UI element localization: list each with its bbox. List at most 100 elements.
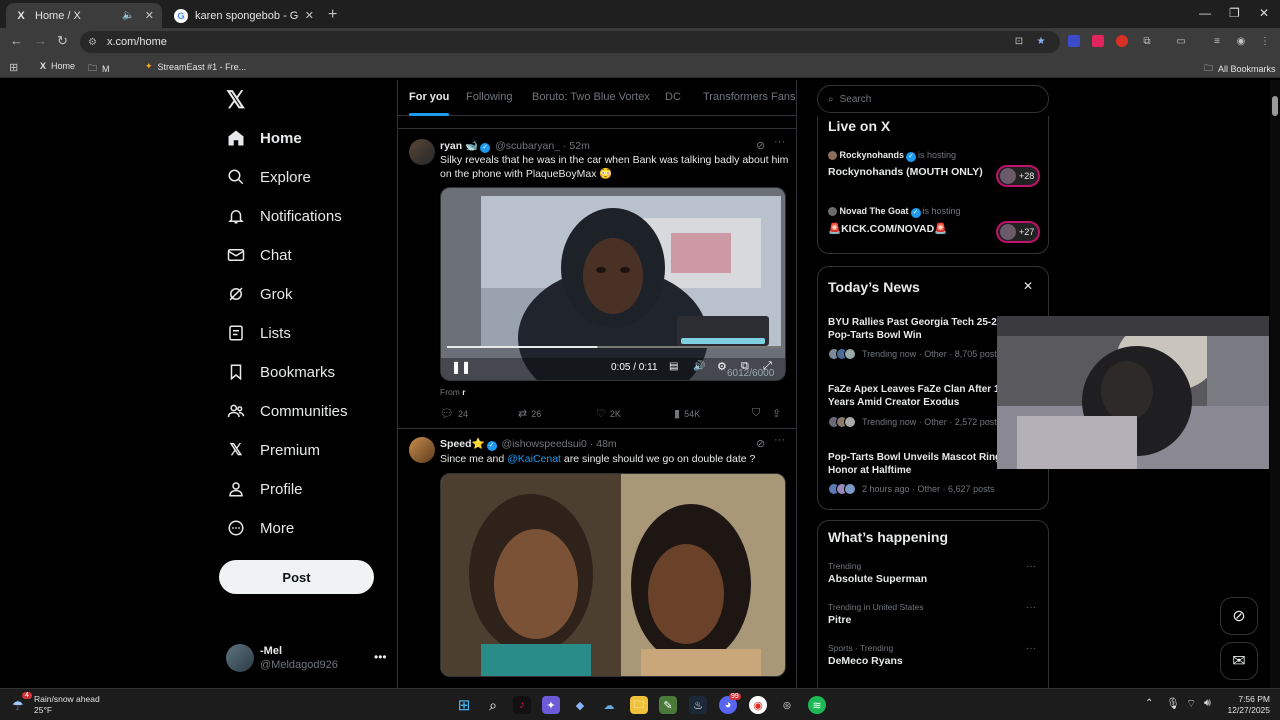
- nav-premium[interactable]: 𝕏 Premium: [226, 438, 320, 462]
- grok-icon[interactable]: ⊘: [756, 139, 765, 152]
- x-logo-icon[interactable]: 𝕏: [226, 86, 245, 115]
- messages-fab[interactable]: ✉: [1220, 642, 1258, 680]
- close-window-icon[interactable]: ✕: [1259, 6, 1269, 20]
- repost-button[interactable]: ⇄ 26: [518, 407, 541, 420]
- chevron-up-icon[interactable]: ⌃: [1145, 698, 1153, 709]
- search-input[interactable]: ⌕ Search: [817, 85, 1049, 113]
- avatar[interactable]: [409, 437, 435, 463]
- app-icon[interactable]: ⊛: [778, 696, 796, 714]
- reply-button[interactable]: 💬︎ 24: [440, 407, 468, 420]
- bookmark-button[interactable]: ⛉: [752, 407, 760, 420]
- live-space-title[interactable]: Rockynohands (MOUTH ONLY): [828, 166, 983, 178]
- share-button[interactable]: ⇪: [772, 407, 781, 420]
- tab-boruto[interactable]: Boruto: Two Blue Vortex: [532, 91, 650, 103]
- site-info-icon[interactable]: ⚙: [88, 37, 97, 48]
- tweet[interactable]: Speed⭐ ✓ @ishowspeedsui0 · 48m ⊘ ··· Sinc…: [398, 430, 796, 688]
- nav-notifications[interactable]: Notifications: [226, 204, 342, 228]
- more-dots-icon[interactable]: ···: [774, 434, 785, 446]
- close-icon[interactable]: ✕: [1023, 279, 1033, 293]
- weather-icon[interactable]: ☂: [12, 698, 24, 714]
- extension-icon[interactable]: [1068, 35, 1080, 47]
- forward-icon[interactable]: →: [34, 33, 47, 48]
- chrome-icon[interactable]: ◉: [749, 696, 767, 714]
- scroll-thumb[interactable]: [1272, 96, 1278, 116]
- author-name[interactable]: Speed⭐: [440, 438, 485, 450]
- avatar[interactable]: [409, 139, 435, 165]
- more-dots-icon[interactable]: ···: [1026, 561, 1036, 572]
- volume-icon[interactable]: 🔊: [693, 361, 705, 372]
- copilot-icon[interactable]: ✦: [542, 696, 560, 714]
- nav-communities[interactable]: Communities: [226, 399, 348, 423]
- more-dots-icon[interactable]: •••: [374, 650, 387, 664]
- reload-icon[interactable]: ↻: [57, 33, 68, 49]
- from-source[interactable]: r: [462, 387, 465, 397]
- news-headline[interactable]: BYU Rallies Past Georgia Tech 25-21 in P…: [828, 316, 1018, 342]
- search-icon[interactable]: ⌕: [484, 696, 502, 714]
- steam-icon[interactable]: ♨: [689, 696, 707, 714]
- like-button[interactable]: ♡ 2K: [596, 407, 621, 420]
- author-handle[interactable]: @ishowspeedsui0: [502, 438, 587, 450]
- live-listeners[interactable]: +28: [996, 165, 1040, 187]
- minimize-icon[interactable]: —: [1199, 6, 1211, 20]
- youtube-extension-icon[interactable]: [1092, 35, 1104, 47]
- nav-explore[interactable]: Explore: [226, 165, 311, 189]
- tab-dc[interactable]: DC: [665, 91, 681, 103]
- all-bookmarks[interactable]: 🗀 All Bookmarks: [1204, 61, 1276, 77]
- new-tab-button[interactable]: +: [328, 6, 337, 24]
- settings-gear-icon[interactable]: ⚙: [717, 360, 727, 373]
- bookmark-home[interactable]: X Home: [40, 61, 75, 71]
- extensions-puzzle-icon[interactable]: ⧉: [1141, 35, 1153, 47]
- app-icon[interactable]: ☁: [600, 696, 618, 714]
- author-name[interactable]: ryan 🐋: [440, 140, 478, 152]
- file-explorer-icon[interactable]: 🗀: [630, 696, 648, 714]
- tab-for-you[interactable]: For you: [409, 91, 450, 116]
- browser-tab-x-home[interactable]: X Home / X 🔈 ✕: [6, 3, 162, 28]
- install-app-icon[interactable]: ⊡: [1013, 35, 1025, 47]
- mention-link[interactable]: @KaiCenat: [507, 453, 561, 465]
- app-icon[interactable]: ✎: [659, 696, 677, 714]
- captions-icon[interactable]: ▤: [669, 361, 678, 372]
- bookmark-streameast[interactable]: ✦ StreamEast #1 - Fre...: [145, 61, 246, 72]
- nav-chat[interactable]: Chat: [226, 243, 292, 267]
- nav-grok[interactable]: Grok: [226, 282, 293, 306]
- nav-more[interactable]: More: [226, 516, 294, 540]
- more-dots-icon[interactable]: ···: [774, 136, 785, 148]
- news-headline[interactable]: FaZe Apex Leaves FaZe Clan After 15 Year…: [828, 383, 1018, 409]
- back-icon[interactable]: ←: [10, 33, 23, 48]
- news-headline[interactable]: Pop-Tarts Bowl Unveils Mascot Ring Honor…: [828, 451, 1018, 477]
- restore-icon[interactable]: ❐: [1229, 6, 1240, 20]
- grok-fab[interactable]: ⊘: [1220, 597, 1258, 635]
- media-control-icon[interactable]: ≡: [1211, 35, 1223, 47]
- microphone-icon[interactable]: 🎙︎: [1166, 697, 1180, 710]
- address-bar[interactable]: ⚙ x.com/home: [80, 31, 1060, 53]
- volume-icon[interactable]: 🔊︎: [1204, 697, 1211, 710]
- speaker-icon[interactable]: 🔈: [122, 10, 134, 21]
- tweet[interactable]: ryan 🐋 ✓ @scubaryan_ · 52m ⊘ ··· Silky re…: [398, 130, 796, 429]
- live-space-title[interactable]: 🚨KICK.COM/NOVAD🚨: [828, 222, 947, 235]
- app-icon[interactable]: ◆: [571, 696, 589, 714]
- apps-grid-icon[interactable]: ⊞: [9, 61, 18, 74]
- post-button[interactable]: Post: [219, 560, 374, 594]
- close-tab-icon[interactable]: ✕: [305, 9, 314, 22]
- trend-name[interactable]: Absolute Superman: [828, 573, 927, 585]
- page-scrollbar[interactable]: [1270, 80, 1280, 688]
- close-tab-icon[interactable]: ✕: [145, 9, 154, 22]
- pause-icon[interactable]: ❚❚: [451, 360, 471, 374]
- browser-tab-google[interactable]: G karen spongebob - Google Sea ✕: [166, 3, 322, 28]
- wifi-icon[interactable]: ⌔: [1186, 697, 1196, 711]
- account-switcher[interactable]: -Mel @Meldagod926 •••: [226, 642, 387, 674]
- tweet-video[interactable]: ❚❚ 0:05 / 0:11 ▤ 🔊 ⚙ ⧉ ⤢ 6012/6000: [440, 187, 786, 381]
- live-listeners[interactable]: +27: [996, 221, 1040, 243]
- windows-start-icon[interactable]: ⊞: [455, 696, 473, 714]
- weather-widget[interactable]: Rain/snow ahead 25°F: [34, 694, 100, 716]
- more-dots-icon[interactable]: ···: [1026, 643, 1036, 654]
- bookmark-star-icon[interactable]: ★: [1035, 35, 1047, 47]
- more-dots-icon[interactable]: ···: [1026, 602, 1036, 613]
- views-button[interactable]: ▮ 54K: [674, 407, 700, 420]
- trend-name[interactable]: Pitre: [828, 614, 851, 626]
- video-progress-fill[interactable]: [447, 346, 598, 348]
- sidepanel-icon[interactable]: ▭: [1175, 35, 1187, 47]
- tweet-time[interactable]: 48m: [596, 438, 616, 450]
- nav-bookmarks[interactable]: Bookmarks: [226, 360, 335, 384]
- trend-name[interactable]: DeMeco Ryans: [828, 655, 903, 667]
